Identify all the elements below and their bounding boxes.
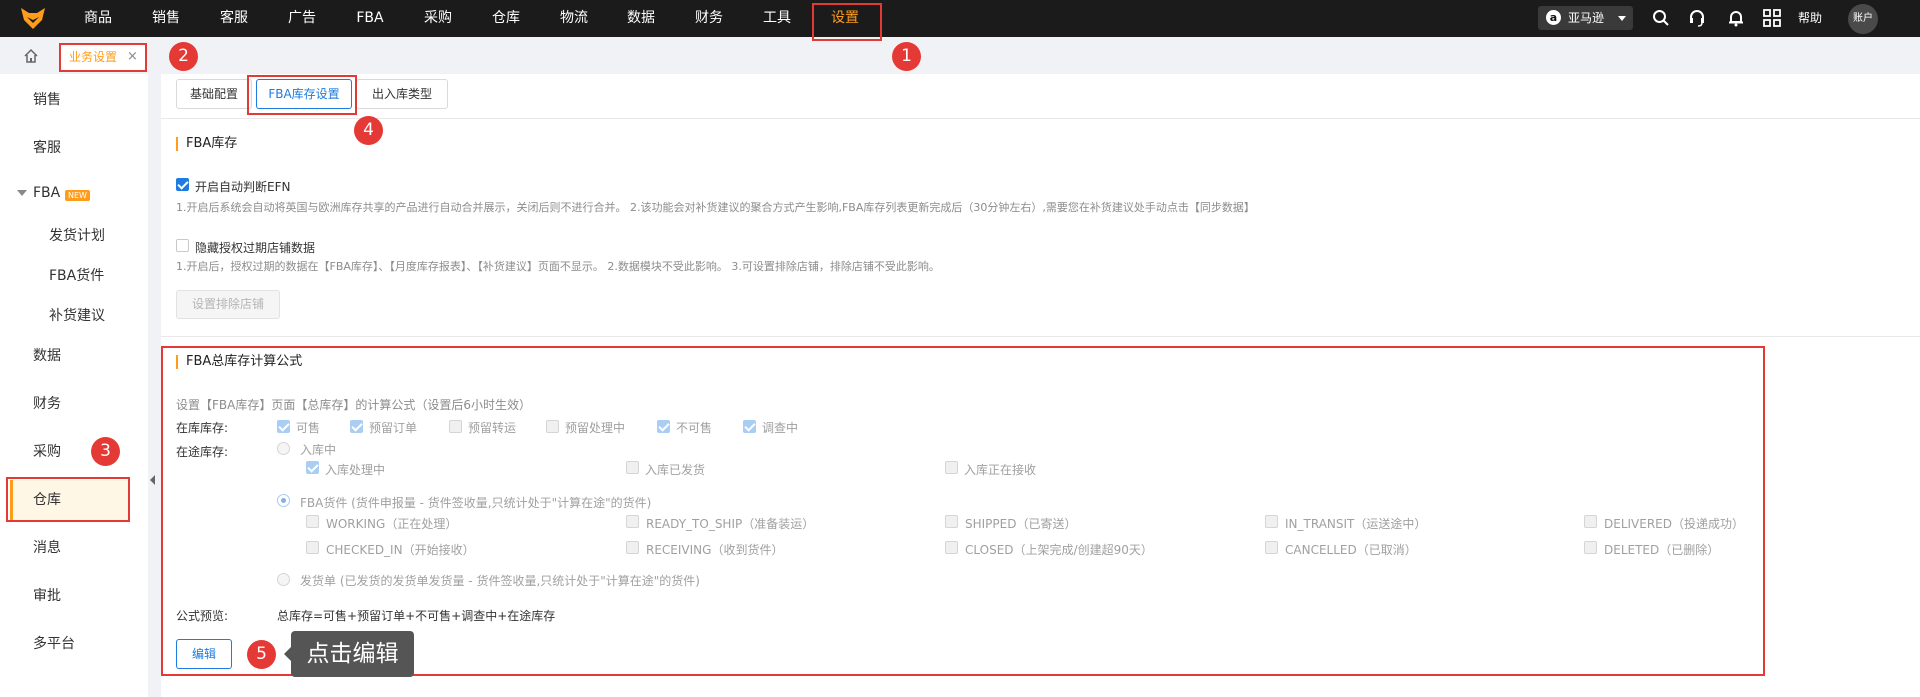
- page-tab-bar: [0, 37, 1920, 74]
- annotation-number-5: 5: [247, 640, 276, 669]
- sidebar-item-data[interactable]: 数据: [33, 345, 61, 365]
- store-select-label: 亚马逊: [1568, 11, 1605, 25]
- collapse-sidebar-icon[interactable]: [148, 470, 156, 490]
- annotation-box-formula: [161, 346, 1765, 676]
- store-select[interactable]: a 亚马逊: [1538, 6, 1633, 30]
- annotation-box-settings: [812, 3, 882, 41]
- section-title-fba-inventory: FBA库存: [176, 137, 237, 151]
- sidebar-item-sales[interactable]: 销售: [33, 89, 61, 109]
- sidebar-item-approval[interactable]: 审批: [33, 585, 61, 605]
- annotation-number-3: 3: [91, 437, 120, 466]
- amazon-icon: a: [1546, 10, 1561, 25]
- nav-ads[interactable]: 广告: [287, 0, 317, 37]
- annotation-box-subtab: [247, 75, 357, 115]
- sidebar: [0, 74, 148, 697]
- tab-divider: [161, 118, 1920, 119]
- annotation-box-tab: [59, 43, 147, 72]
- efn-description: 1.开启后系统会自动将英国与欧洲库存共享的产品进行自动合并展示，关闭后则不进行合…: [176, 201, 1255, 214]
- nav-finance[interactable]: 财务: [694, 0, 724, 37]
- sidebar-item-fba-shipment[interactable]: FBA货件: [49, 265, 104, 285]
- hide-expired-checkbox[interactable]: [176, 239, 189, 252]
- home-icon[interactable]: [23, 48, 39, 64]
- annotation-number-4: 4: [354, 116, 383, 145]
- sidebar-item-fba[interactable]: FBA: [33, 185, 60, 201]
- logo-icon[interactable]: [20, 6, 46, 30]
- search-icon[interactable]: [1652, 9, 1670, 27]
- tab-basic-config[interactable]: 基础配置: [176, 79, 252, 109]
- annotation-number-2: 2: [169, 42, 198, 71]
- tab-inout-types[interactable]: 出入库类型: [356, 79, 448, 109]
- help-link[interactable]: 帮助: [1798, 0, 1822, 36]
- nav-sales[interactable]: 销售: [151, 0, 181, 37]
- sidebar-item-purchase[interactable]: 采购: [33, 441, 61, 461]
- bell-icon[interactable]: [1727, 9, 1745, 27]
- nav-service[interactable]: 客服: [219, 0, 249, 37]
- exclude-stores-button[interactable]: 设置排除店铺: [176, 290, 280, 319]
- sidebar-item-finance[interactable]: 财务: [33, 393, 61, 413]
- hide-expired-description: 1.开启后，授权过期的数据在【FBA库存】、【月度库存报表】、【补货建议】页面不…: [176, 260, 940, 273]
- top-navbar: 商品 销售 客服 广告 FBA 采购 仓库 物流 数据 财务 工具 设置 a 亚…: [0, 0, 1920, 37]
- sidebar-item-shipment-plan[interactable]: 发货计划: [49, 225, 105, 245]
- hide-expired-label: 隐藏授权过期店铺数据: [195, 241, 316, 255]
- nav-warehouse[interactable]: 仓库: [491, 0, 521, 37]
- chevron-down-icon[interactable]: [17, 190, 27, 196]
- annotation-number-1: 1: [892, 42, 921, 71]
- nav-logistics[interactable]: 物流: [559, 0, 589, 37]
- section-divider: [161, 336, 1920, 337]
- sidebar-item-multiplatform[interactable]: 多平台: [33, 633, 75, 653]
- nav-tools[interactable]: 工具: [762, 0, 792, 37]
- nav-fba[interactable]: FBA: [355, 0, 385, 37]
- annotation-tooltip: 点击编辑: [284, 631, 414, 677]
- chevron-down-icon: [1618, 16, 1626, 21]
- sidebar-item-service[interactable]: 客服: [33, 137, 61, 157]
- efn-checkbox[interactable]: [176, 178, 189, 191]
- sidebar-item-replenishment[interactable]: 补货建议: [49, 305, 105, 325]
- nav-goods[interactable]: 商品: [83, 0, 113, 37]
- account-avatar[interactable]: 账户: [1848, 4, 1878, 34]
- new-badge: NEW: [65, 190, 90, 201]
- apps-grid-icon[interactable]: [1763, 9, 1781, 27]
- sidebar-item-messages[interactable]: 消息: [33, 537, 61, 557]
- annotation-box-warehouse: [6, 477, 130, 522]
- headset-icon[interactable]: [1688, 9, 1706, 27]
- nav-purchase[interactable]: 采购: [423, 0, 453, 37]
- efn-label: 开启自动判断EFN: [195, 180, 291, 194]
- nav-data[interactable]: 数据: [626, 0, 656, 37]
